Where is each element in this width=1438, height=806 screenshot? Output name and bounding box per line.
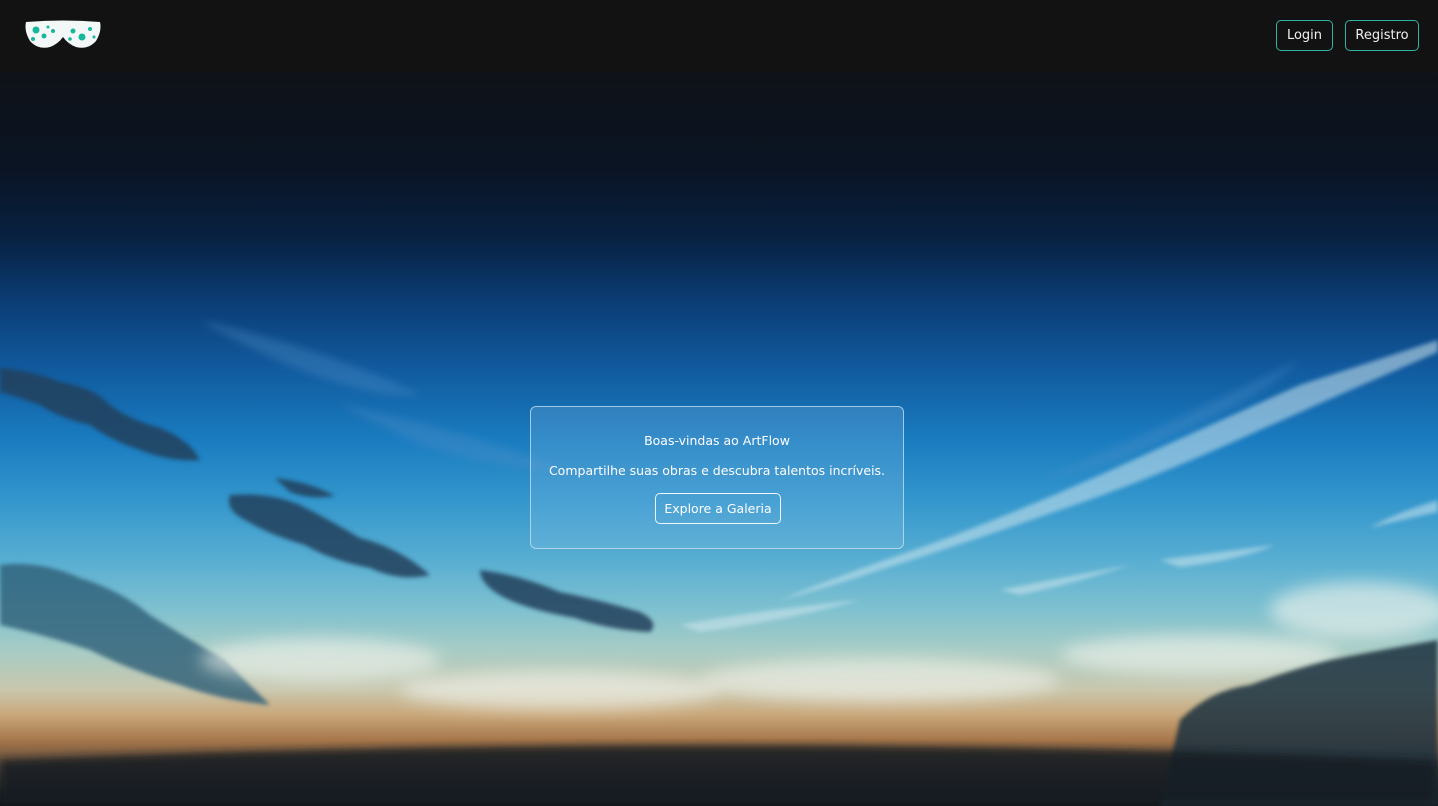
welcome-subtitle: Compartilhe suas obras e descubra talent… xyxy=(548,463,886,478)
landing-page: Login Registro Boas-vindas ao ArtFlow Co… xyxy=(0,0,1438,806)
explore-gallery-button[interactable]: Explore a Galeria xyxy=(655,493,781,524)
sky-background xyxy=(0,0,1438,806)
welcome-card: Boas-vindas ao ArtFlow Compartilhe suas … xyxy=(530,406,904,549)
welcome-title: Boas-vindas ao ArtFlow xyxy=(644,433,790,448)
login-button[interactable]: Login xyxy=(1276,20,1333,51)
top-navbar: Login Registro xyxy=(0,0,1438,72)
register-button[interactable]: Registro xyxy=(1345,20,1419,51)
glasses-logo-icon[interactable] xyxy=(24,19,102,51)
cloud-illustration xyxy=(0,320,1438,806)
